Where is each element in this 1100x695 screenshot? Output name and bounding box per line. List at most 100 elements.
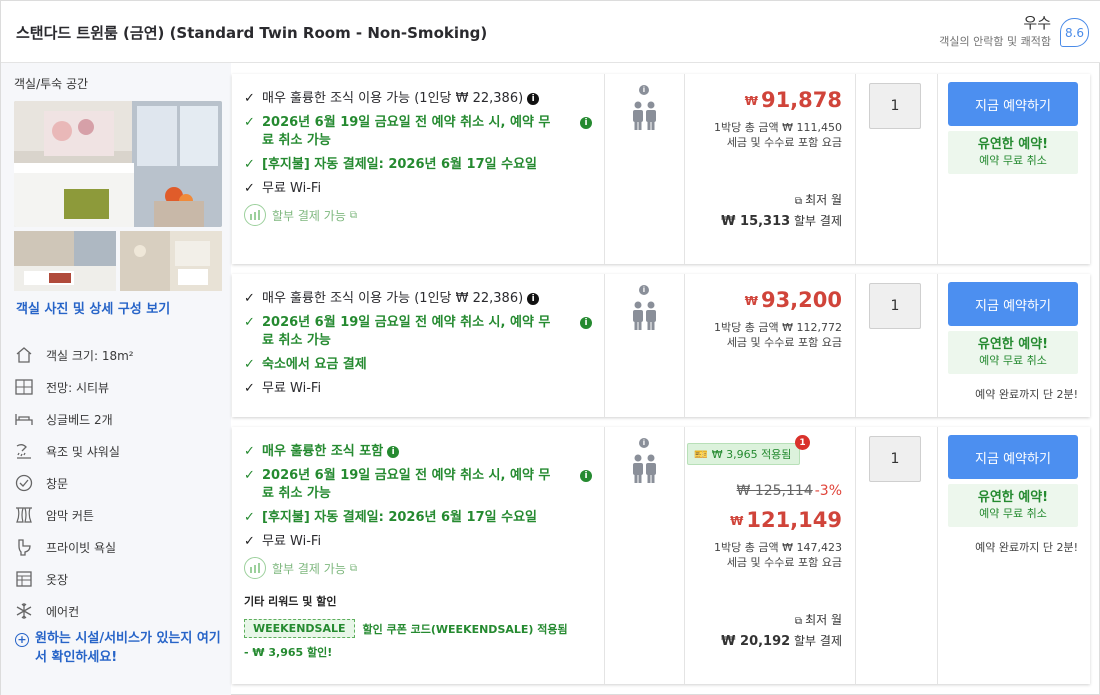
bathroom-photo-thumb[interactable] [120,231,222,291]
info-icon[interactable]: i [639,438,649,448]
feature-wifi: ✓ 무료 Wi-Fi [244,534,322,549]
rating-subtitle: 객실의 안락함 및 쾌적함 [939,35,1051,48]
external-link-icon: ⧉ [794,196,803,207]
checkmark-icon: ✓ [244,510,255,525]
amenity-item: 욕조 및 샤워실 [14,435,224,467]
feature-free-cancel: ✓ 2026년 6월 19일 금요일 전 예약 취소 시, 예약 무료 취소 가… [244,114,592,150]
amenity-item: 에어컨 [14,595,224,627]
coupon-applied-tag: 🎫 ₩ 3,965 적용됨 [687,443,801,465]
coupon-row: WEEKENDSALE 할인 쿠폰 코드(WEEKENDSALE) 적용됨 [244,619,592,638]
room-photo-main[interactable] [14,101,222,227]
rate-option-row: ✓ 매우 훌륭한 조식 포함 i ✓ 2026년 6월 19일 금요일 전 예약 … [232,427,1090,684]
curtain-icon [14,505,34,525]
checkmark-icon: ✓ [244,91,255,106]
feature-pay-later: ✓ [후지불] 자동 결제일: 2026년 6월 17일 수요일 [244,510,537,525]
feature-breakfast: ✓ 매우 훌륭한 조식 이용 가능 (1인당 ₩ 22,386) i [244,90,592,108]
ticket-icon: 🎫 [694,447,708,461]
quantity-cell: 1 [856,427,938,684]
room-photos-link[interactable]: 객실 사진 및 상세 구성 보기 [16,298,170,317]
amenity-label: 객실 크기: 18m² [46,348,134,363]
monthly-label: ⧉ 최저 월 [794,193,842,207]
checkmark-icon: ✓ [244,534,255,549]
feature-pay-at-property: ✓ 숙소에서 요금 결제 [244,357,367,372]
rate-option-row: ✓ 매우 훌륭한 조식 이용 가능 (1인당 ₩ 22,386) i ✓ 2026… [232,274,1090,417]
monthly-amount: ₩ 20,192 할부 결제 [721,634,842,649]
feature-breakfast-included: ✓ 매우 훌륭한 조식 포함 i [244,443,592,461]
feature-wifi: ✓ 무료 Wi-Fi [244,181,322,196]
price-cell: ₩91,878 1박당 총 금액 ₩ 111,450 세금 및 수수료 포함 요… [685,74,856,264]
room-header: 스탠다드 트윈룸 (금연) (Standard Twin Room - Non-… [1,1,1100,63]
price-amount: ₩91,878 [744,88,842,112]
info-icon[interactable]: i [387,446,400,458]
installment-option[interactable]: 할부 결제 가능 ⧉ [244,557,592,579]
external-link-icon: ⧉ [349,562,358,574]
coupon-applied-text: 할인 쿠폰 코드(WEEKENDSALE) 적용됨 [362,622,568,636]
installment-icon [244,204,266,226]
room-quantity-select[interactable]: 1 [869,83,921,129]
price-tax-note: 세금 및 수수료 포함 요금 [726,336,842,349]
price-per-night: 1박당 총 금액 ₩ 111,450 [714,121,842,134]
amenity-item: 창문 [14,467,224,499]
coupon-count-badge: 1 [795,435,810,450]
amenity-label: 창문 [46,476,69,491]
rating-label: 우수 [1023,14,1051,32]
rate-features: ✓ 매우 훌륭한 조식 포함 i ✓ 2026년 6월 19일 금요일 전 예약 … [232,427,605,684]
amenity-label: 전망: 시티뷰 [46,380,110,395]
feature-free-cancel: ✓ 2026년 6월 19일 금요일 전 예약 취소 시, 예약 무료 취소 가… [244,467,592,503]
room-size-icon [14,345,34,365]
info-icon[interactable]: i [639,285,649,295]
checkmark-icon: ✓ [244,115,255,130]
amenity-check-text: 원하는 시설/서비스가 있는지 여기서 확인하세요! [35,631,221,665]
snowflake-icon [14,601,34,621]
two-adults-icon [633,301,656,330]
bed-icon [14,409,34,429]
info-icon[interactable]: i [580,117,592,129]
two-adults-icon [633,454,656,483]
checkmark-icon: ✓ [244,181,255,196]
score-badge: 8.6 [1060,18,1089,47]
booking-cell: 지금 예약하기 유연한 예약! 예약 무료 취소 예약 완료까지 단 2분! [938,427,1090,684]
amenity-label: 욕조 및 샤워실 [46,444,120,459]
price-cell: 🎫 ₩ 3,965 적용됨 1 ₩ 125,114 -3% ₩121,149 1박… [685,427,856,684]
booking-cell: 지금 예약하기 유연한 예약! 예약 무료 취소 예약 완료까지 단 2분! [938,274,1090,417]
rate-option-row: ✓ 매우 훌륭한 조식 이용 가능 (1인당 ₩ 22,386) i ✓ 2026… [232,74,1090,264]
room-quantity-select[interactable]: 1 [869,436,921,482]
book-now-button[interactable]: 지금 예약하기 [948,435,1078,479]
coupon-code-tag: WEEKENDSALE [244,619,355,638]
room-title: 스탠다드 트윈룸 (금연) (Standard Twin Room - Non-… [16,24,488,42]
checkmark-icon: ✓ [244,468,255,483]
two-adults-icon [633,101,656,130]
installment-icon [244,557,266,579]
feature-free-cancel: ✓ 2026년 6월 19일 금요일 전 예약 취소 시, 예약 무료 취소 가… [244,314,592,350]
checkmark-icon: ✓ [244,291,255,306]
room-photo-thumb[interactable] [14,231,116,291]
checkmark-icon: ✓ [244,157,255,172]
checkmark-icon: ✓ [244,315,255,330]
rate-features: ✓ 매우 훌륭한 조식 이용 가능 (1인당 ₩ 22,386) i ✓ 2026… [232,74,605,264]
flexible-booking-badge: 유연한 예약! 예약 무료 취소 [948,484,1078,527]
book-now-button[interactable]: 지금 예약하기 [948,282,1078,326]
amenity-label: 암막 커튼 [46,508,94,523]
price-cell: ₩93,200 1박당 총 금액 ₩ 112,772 세금 및 수수료 포함 요… [685,274,856,417]
info-icon[interactable]: i [580,470,592,482]
amenity-item: 프라이빗 욕실 [14,531,224,563]
info-icon[interactable]: i [527,93,540,105]
quantity-cell: 1 [856,74,938,264]
coupon-discount: - ₩ 3,965 할인! [244,646,333,659]
price-amount: ₩121,149 [730,508,842,532]
external-link-icon: ⧉ [349,209,358,221]
amenity-label: 싱글베드 2개 [46,412,113,427]
info-icon[interactable]: i [580,317,592,329]
room-quantity-select[interactable]: 1 [869,283,921,329]
toilet-icon [14,537,34,557]
installment-option[interactable]: 할부 결제 가능 ⧉ [244,204,592,226]
room-card: 스탠다드 트윈룸 (금연) (Standard Twin Room - Non-… [0,0,1100,695]
occupancy-cell: i [605,274,685,417]
info-icon[interactable]: i [527,293,540,305]
book-now-button[interactable]: 지금 예약하기 [948,82,1078,126]
panel-title: 객실/투숙 공간 [14,77,89,91]
amenity-list: 객실 크기: 18m² 전망: 시티뷰 싱글베드 2개 욕조 및 샤워실 창문 … [14,339,224,627]
info-icon[interactable]: i [639,85,649,95]
price-tax-note: 세금 및 수수료 포함 요금 [726,556,842,569]
amenity-check-link[interactable]: + 원하는 시설/서비스가 있는지 여기서 확인하세요! [15,629,225,667]
